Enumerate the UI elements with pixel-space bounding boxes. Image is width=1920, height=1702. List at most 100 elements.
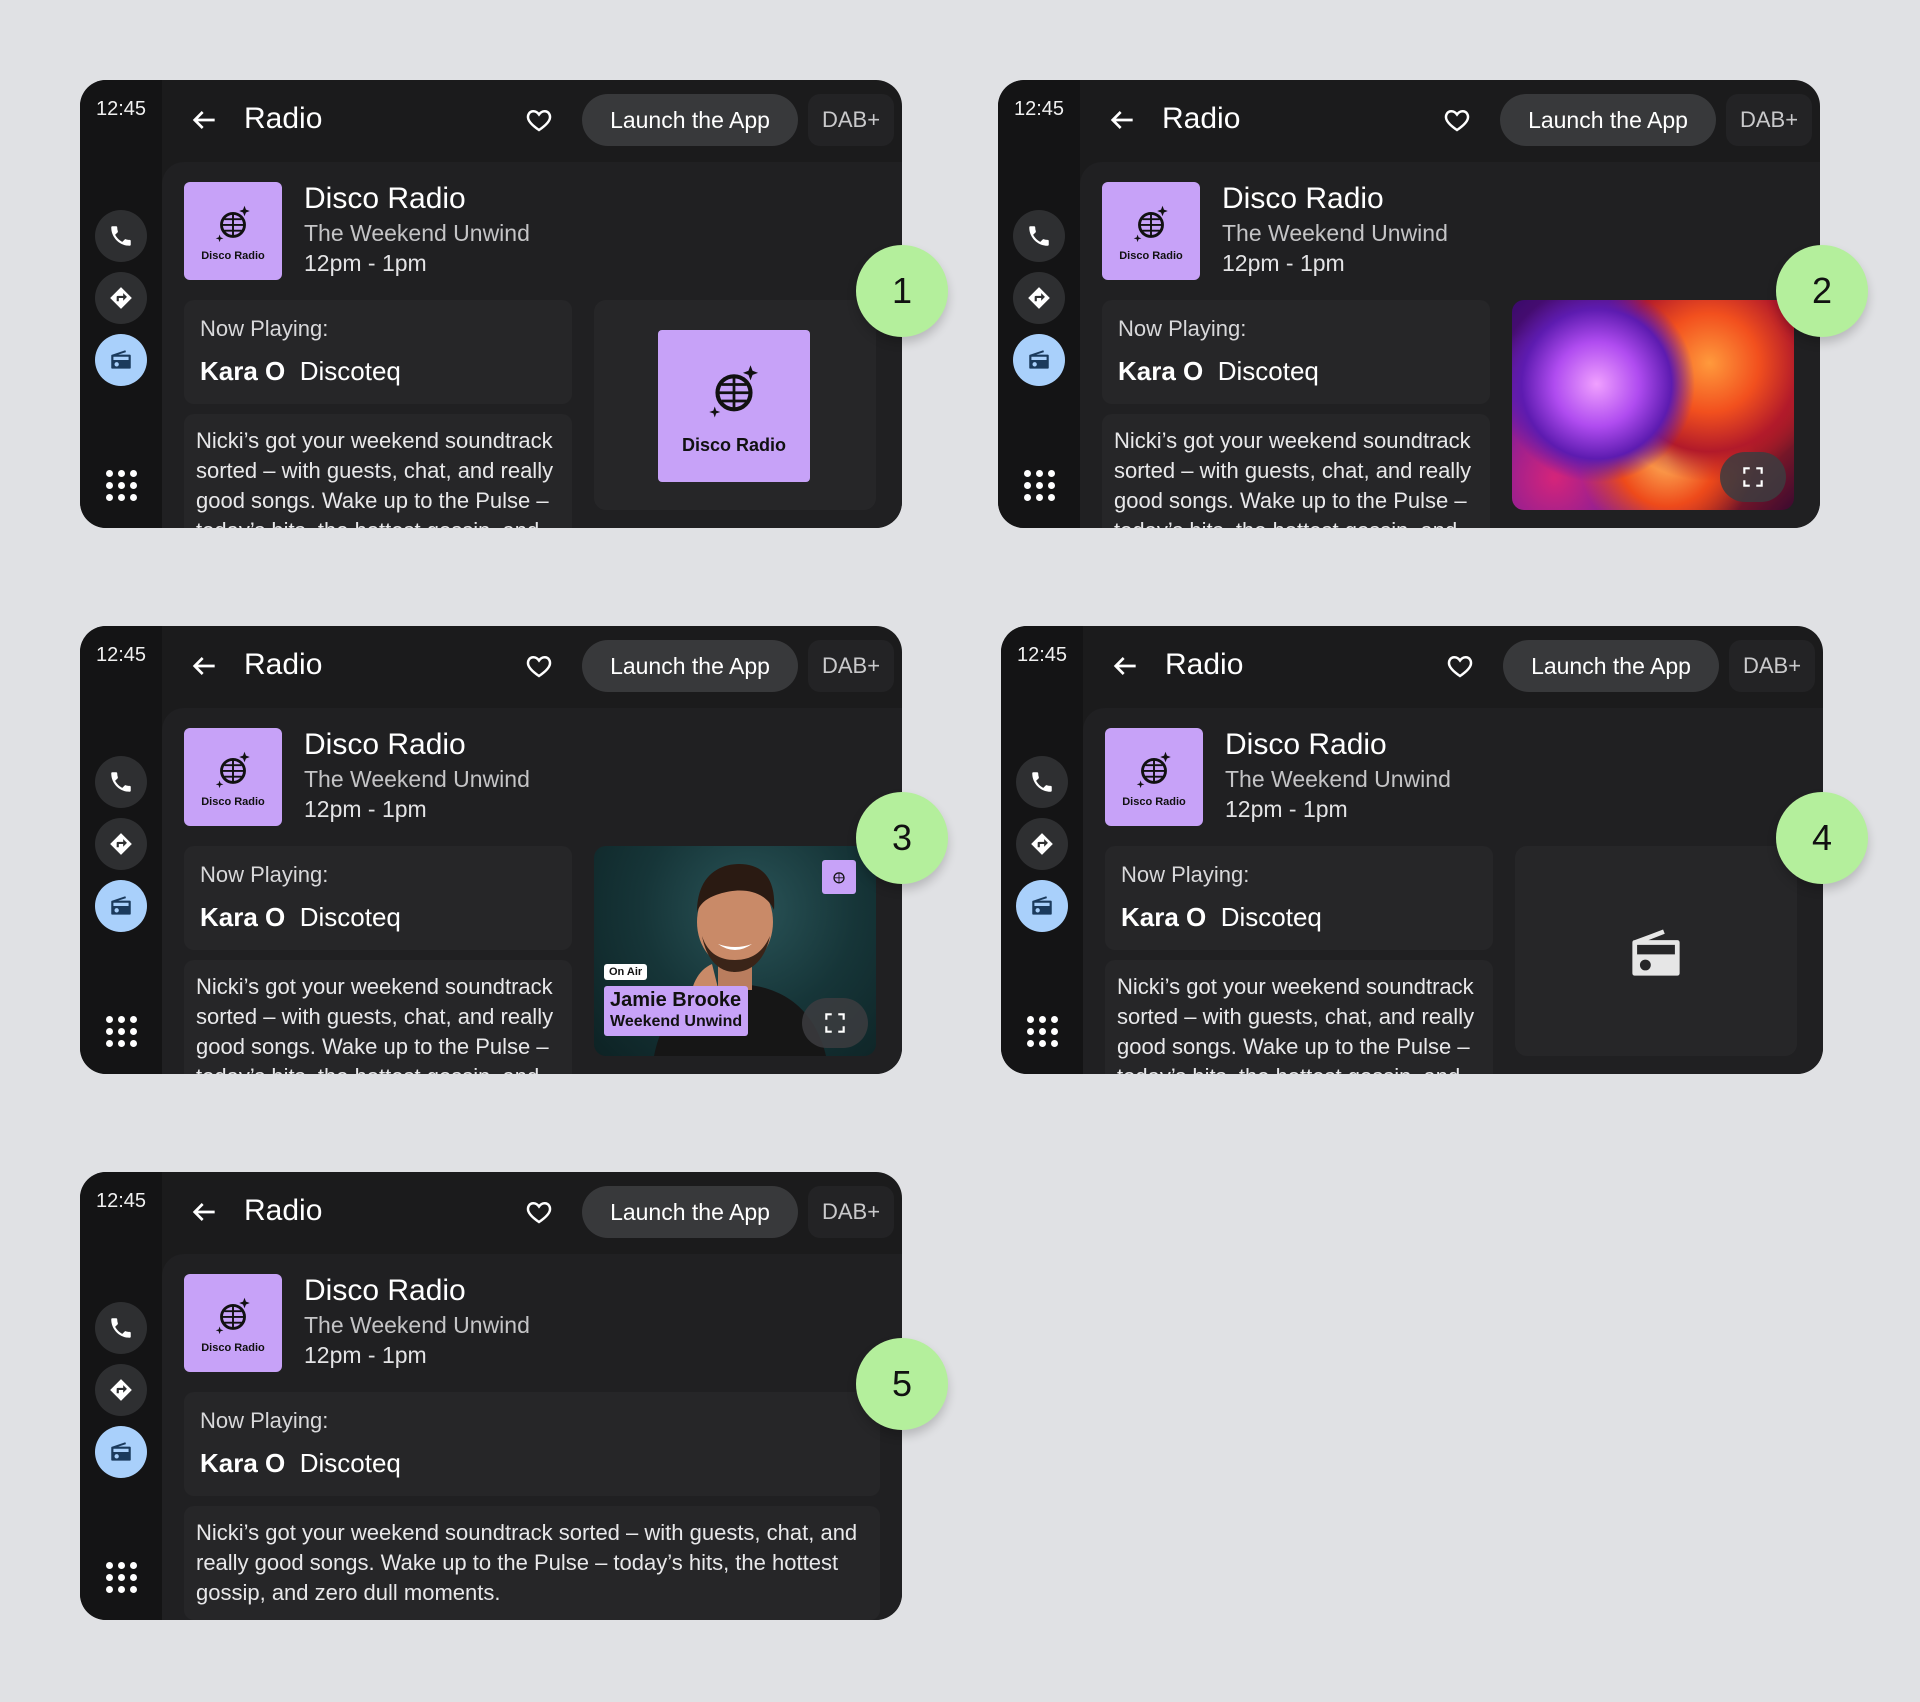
now-playing-card: Now Playing: Kara O Discoteq [184, 1392, 880, 1496]
radio-button[interactable] [1016, 880, 1068, 932]
artist-name: Kara O [200, 356, 286, 386]
band-button[interactable]: DAB+ [808, 1186, 894, 1238]
disco-ball-icon [833, 872, 845, 884]
show-time: 12pm - 1pm [1225, 796, 1348, 822]
now-playing-card: Now Playing: Kara O Discoteq [184, 300, 572, 404]
now-playing-track: Kara O Discoteq [200, 1448, 401, 1479]
app-grid-icon[interactable] [1025, 1014, 1059, 1048]
radio-button[interactable] [95, 880, 147, 932]
page-title: Radio [1165, 648, 1244, 681]
station-name: Disco Radio [304, 182, 466, 215]
launch-app-button[interactable]: Launch the App [582, 1186, 798, 1238]
radio-button[interactable] [95, 334, 147, 386]
artwork-station-logo: Disco Radio [658, 330, 810, 482]
navigation-button[interactable] [95, 272, 147, 324]
page-title: Radio [244, 102, 323, 135]
station-logo: Disco Radio [184, 182, 282, 280]
presenter-name: Jamie Brooke [610, 989, 742, 1011]
content-panel: Disco Radio Disco Radio The Weekend Unwi… [162, 708, 902, 1074]
badge-1: 1 [856, 245, 948, 337]
badge-3: 3 [856, 792, 948, 884]
phone-button[interactable] [1016, 756, 1068, 808]
radio-screen-4: 12:45 Radio Launch the App DAB+ Disco Ra… [1001, 626, 1823, 1074]
station-logo: Disco Radio [1105, 728, 1203, 826]
navigation-button[interactable] [95, 1364, 147, 1416]
app-grid-icon[interactable] [104, 1014, 138, 1048]
disco-ball-icon [215, 1297, 250, 1335]
disco-ball-icon [1136, 751, 1171, 789]
badge-5: 5 [856, 1338, 948, 1430]
track-name: Discoteq [1220, 902, 1322, 932]
back-arrow-icon[interactable] [1106, 104, 1138, 136]
disco-ball-icon [1133, 205, 1168, 243]
show-name: The Weekend Unwind [304, 220, 530, 246]
band-button[interactable]: DAB+ [808, 640, 894, 692]
phone-icon [1032, 772, 1052, 792]
now-playing-track: Kara O Discoteq [200, 356, 401, 387]
page-title: Radio [244, 1194, 323, 1227]
back-arrow-icon[interactable] [1109, 650, 1141, 682]
description-card: Nicki’s got your weekend soundtrack sort… [184, 414, 572, 528]
content-panel: Disco Radio Disco Radio The Weekend Unwi… [162, 162, 902, 528]
expand-button[interactable] [1720, 452, 1786, 502]
phone-button[interactable] [1013, 210, 1065, 262]
description-card: Nicki’s got your weekend soundtrack sort… [184, 960, 572, 1074]
back-arrow-icon[interactable] [188, 650, 220, 682]
on-air-tag: On Air [604, 964, 648, 980]
now-playing-label: Now Playing: [200, 1408, 329, 1433]
navigation-button[interactable] [95, 818, 147, 870]
launch-app-button[interactable]: Launch the App [1503, 640, 1719, 692]
navigation-button[interactable] [1013, 272, 1065, 324]
band-button[interactable]: DAB+ [1726, 94, 1812, 146]
show-time: 12pm - 1pm [304, 796, 427, 822]
station-logo: Disco Radio [184, 1274, 282, 1372]
now-playing-label: Now Playing: [1121, 862, 1250, 887]
clock: 12:45 [1016, 644, 1068, 666]
app-grid-icon[interactable] [104, 1560, 138, 1594]
description-card: Nicki’s got your weekend soundtrack sort… [1105, 960, 1493, 1074]
back-arrow-icon[interactable] [188, 1196, 220, 1228]
clock: 12:45 [95, 98, 147, 120]
band-button[interactable]: DAB+ [1729, 640, 1815, 692]
mini-station-logo [822, 860, 856, 894]
launch-app-button[interactable]: Launch the App [582, 640, 798, 692]
top-bar: Radio Launch the App DAB+ [1083, 626, 1823, 708]
radio-icon [111, 1442, 131, 1461]
nav-rail: 12:45 [1001, 626, 1083, 1074]
heart-icon[interactable] [524, 651, 554, 681]
description-text: Nicki’s got your weekend soundtrack sort… [1117, 974, 1475, 1074]
app-grid-icon[interactable] [104, 468, 138, 502]
track-name: Discoteq [299, 356, 401, 386]
navigation-button[interactable] [1016, 818, 1068, 870]
navigation-icon [110, 833, 132, 855]
back-arrow-icon[interactable] [188, 104, 220, 136]
launch-app-button[interactable]: Launch the App [582, 94, 798, 146]
description-text: Nicki’s got your weekend soundtrack sort… [196, 1520, 858, 1605]
radio-button[interactable] [1013, 334, 1065, 386]
app-grid-icon[interactable] [1022, 468, 1056, 502]
content-panel: Disco Radio Disco Radio The Weekend Unwi… [1080, 162, 1820, 528]
top-bar: Radio Launch the App DAB+ [1080, 80, 1820, 162]
top-bar: Radio Launch the App DAB+ [162, 1172, 902, 1254]
nav-rail: 12:45 [998, 80, 1080, 528]
heart-icon[interactable] [1442, 105, 1472, 135]
phone-button[interactable] [95, 1302, 147, 1354]
band-button[interactable]: DAB+ [808, 94, 894, 146]
now-playing-label: Now Playing: [200, 862, 329, 887]
expand-button[interactable] [802, 998, 868, 1048]
radio-screen-1: 12:45 Radio Launch the App DAB+ Disco Ra… [80, 80, 902, 528]
station-logo-label: Disco Radio [201, 796, 265, 808]
station-name: Disco Radio [1225, 728, 1387, 761]
description-card: Nicki’s got your weekend soundtrack sort… [1102, 414, 1490, 528]
heart-icon[interactable] [1445, 651, 1475, 681]
radio-button[interactable] [95, 1426, 147, 1478]
phone-button[interactable] [95, 756, 147, 808]
heart-icon[interactable] [524, 105, 554, 135]
track-name: Discoteq [1217, 356, 1319, 386]
artist-name: Kara O [1121, 902, 1207, 932]
phone-button[interactable] [95, 210, 147, 262]
now-playing-card: Now Playing: Kara O Discoteq [1102, 300, 1490, 404]
heart-icon[interactable] [524, 1197, 554, 1227]
radio-icon [1032, 896, 1052, 915]
launch-app-button[interactable]: Launch the App [1500, 94, 1716, 146]
